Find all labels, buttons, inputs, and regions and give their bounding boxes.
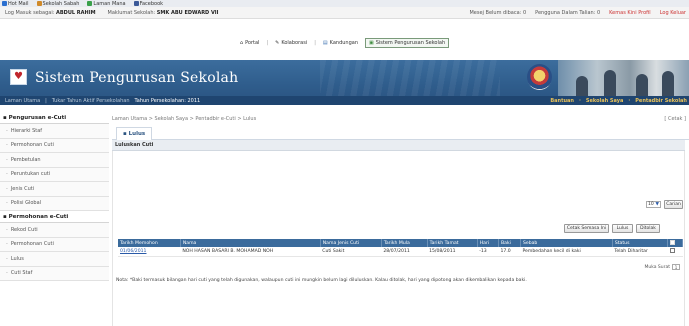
home-icon: ⌂ [239,40,244,46]
school-info: Maklumat Sekolah: SMK ABU EDWARD VII [107,9,219,16]
main-content: Laman Utama > Sekolah Saya > Pentadbir e… [112,112,689,326]
user-info-bar: Log Masuk sebagai: ABDUL RAHIM Maklumat … [0,7,689,19]
tab-lulus[interactable]: ▪ Lulus [116,127,153,140]
col-jenis-cuti[interactable]: Nama Jenis Cuti [320,239,382,247]
nav-portal[interactable]: ⌂ Portal [240,40,260,46]
app-icon: ▣ [368,40,374,46]
menu-my-school[interactable]: Sekolah Saya [586,98,623,104]
cell-tarikh-memohon[interactable]: 01/06/2011 [118,247,181,257]
col-tarikh-memohon[interactable]: Tarikh Memohon [118,239,181,247]
section-title: Luluskan Cuti [112,140,685,151]
sekolah-icon [36,1,42,6]
portal-nav: ⌂ Portal | ✎ Kolaborasi | ▤ Kandungan ▣ Sist… [0,36,689,50]
cell-tarikh-mula: 28/07/2011 [381,247,428,257]
approve-button[interactable]: Lulus [612,224,633,233]
page-jump: Muka Surat 1 [644,264,680,270]
footnote: Nota: *Baki termasuk bilangan hari cuti … [116,278,527,283]
login-label: Log Masuk sebagai: ABDUL RAHIM [5,9,96,16]
print-current-button[interactable]: Cetak Semasa Ini [564,224,609,233]
cell-baki: 17.0 [498,247,521,257]
bookmark-hotmail[interactable]: Hot Mail [2,1,29,7]
select-all-checkbox[interactable] [670,239,676,245]
logo-icon: ♥ [10,69,27,85]
breadcrumb[interactable]: Laman Utama > Sekolah Saya > Pentadbir e… [112,116,256,122]
menu-help[interactable]: Bantuan [550,98,574,104]
nav-sistem-pengurusan[interactable]: ▣ Sistem Pengurusan Sekolah [364,38,450,48]
col-select[interactable] [667,239,683,247]
col-hari[interactable]: Hari [477,239,499,247]
bookmarks-bar: Hot Mail Sekolah Sabah Laman Mana Facebo… [0,0,689,7]
cell-nama: NOH HASAN BASARI B. MOHAMAD NOH [180,247,321,257]
reject-button[interactable]: Ditolak [636,224,660,233]
cell-sebab: Pembedahan kecil di kaki [520,247,613,257]
pencil-icon: ✎ [275,40,280,46]
col-status[interactable]: Status [612,239,669,247]
bookmark-sekolah[interactable]: Sekolah Sabah [36,1,79,7]
tab-bar: ▪ Lulus [112,125,689,140]
page-select[interactable]: 1 [672,264,680,270]
sidebar-item-cuti-staf[interactable]: - Cuti Staf [0,266,109,281]
col-baki[interactable]: Baki [498,239,521,247]
profile-link[interactable]: Kemas Kini Profil [609,10,651,16]
sidebar: ▪ Pengurusan e-Cuti - Hierarki Staf - Perm… [0,112,109,326]
academic-year: Tahun Persekolahan: 2011 [134,97,201,104]
bookmark-laman[interactable]: Laman Mana [87,1,126,7]
table-row[interactable]: 01/06/2011 NOH HASAN BASARI B. MOHAMAD N… [118,247,683,257]
online-users: Pengguna Dalam Talian: 0 [535,9,601,16]
site-banner: ♥ Sistem Pengurusan Sekolah Laman Utama … [0,60,689,105]
col-tarikh-mula[interactable]: Tarikh Mula [381,239,428,247]
leave-table: Tarikh Memohon Nama Nama Jenis Cuti Tari… [118,239,683,257]
page-label: Muka Surat [644,264,670,270]
sidebar-item-jenis-cuti[interactable]: - Jenis Cuti [0,182,109,197]
cell-tarikh-tamat: 15/08/2011 [427,247,478,257]
leave-approval-panel: 10 ▼ Carian Cetak Semasa Ini Lulus Ditola… [112,151,685,326]
sidebar-item-lulus[interactable]: - Lulus [0,252,109,267]
nav-kolaborasi[interactable]: ✎ Kolaborasi [275,40,307,46]
menu-admin[interactable]: Pentadbir Sekolah [635,98,687,104]
cell-status: Telah Diharitar [612,247,668,257]
print-link[interactable]: [ Cetak ] [664,116,686,122]
table-header: Tarikh Memohon Nama Nama Jenis Cuti Tari… [118,239,683,247]
folder-icon: ▤ [322,40,328,46]
laman-icon [87,1,93,6]
sidebar-item-pembetulan[interactable]: - Pembetulan [0,153,109,168]
bookmark-facebook[interactable]: Facebook [133,1,163,7]
sidebar-item-rekod[interactable]: - Rekod Cuti [0,223,109,238]
col-tarikh-tamat[interactable]: Tarikh Tamat [427,239,478,247]
page-size-select[interactable]: 10 ▼ [646,201,661,208]
nav-kandungan[interactable]: ▤ Kandungan [323,40,358,46]
main-menu: Laman Utama | Tukar Tahun Aktif Persekol… [0,96,689,105]
logout-link[interactable]: Log Keluar [660,10,686,16]
hotmail-icon [2,1,7,6]
sidebar-item-permohonan[interactable]: - Permohonan Cuti [0,138,109,153]
row-checkbox[interactable] [669,247,675,253]
sidebar-item-polisi[interactable]: - Polisi Global [0,196,109,211]
chevron-down-icon: ▼ [655,202,659,207]
crest-icon [527,64,552,90]
sidebar-item-hierarki[interactable]: - Hierarki Staf [0,124,109,139]
search-button[interactable]: Carian [664,200,683,209]
col-sebab[interactable]: Sebab [520,239,613,247]
unread-mail[interactable]: Mesej Belum dibaca: 0 [469,10,526,16]
menu-home[interactable]: Laman Utama [5,98,40,104]
menu-change-year[interactable]: Tukar Tahun Aktif Persekolahan [52,98,130,104]
facebook-icon [133,1,139,6]
sidebar-item-peruntukan[interactable]: - Peruntukan cuti [0,167,109,182]
banner-photo [558,60,689,96]
col-nama[interactable]: Nama [180,239,321,247]
cell-hari: -13 [477,247,499,257]
sidebar-section-pengurusan[interactable]: ▪ Pengurusan e-Cuti [0,112,109,124]
sidebar-item-permohonan-2[interactable]: - Permohonan Cuti [0,237,109,252]
cell-select[interactable] [667,247,683,257]
cell-jenis-cuti: Cuti Sakit [320,247,382,257]
site-title: Sistem Pengurusan Sekolah [35,70,239,86]
sidebar-section-permohonan[interactable]: ▪ Permohonan e-Cuti [0,211,109,223]
